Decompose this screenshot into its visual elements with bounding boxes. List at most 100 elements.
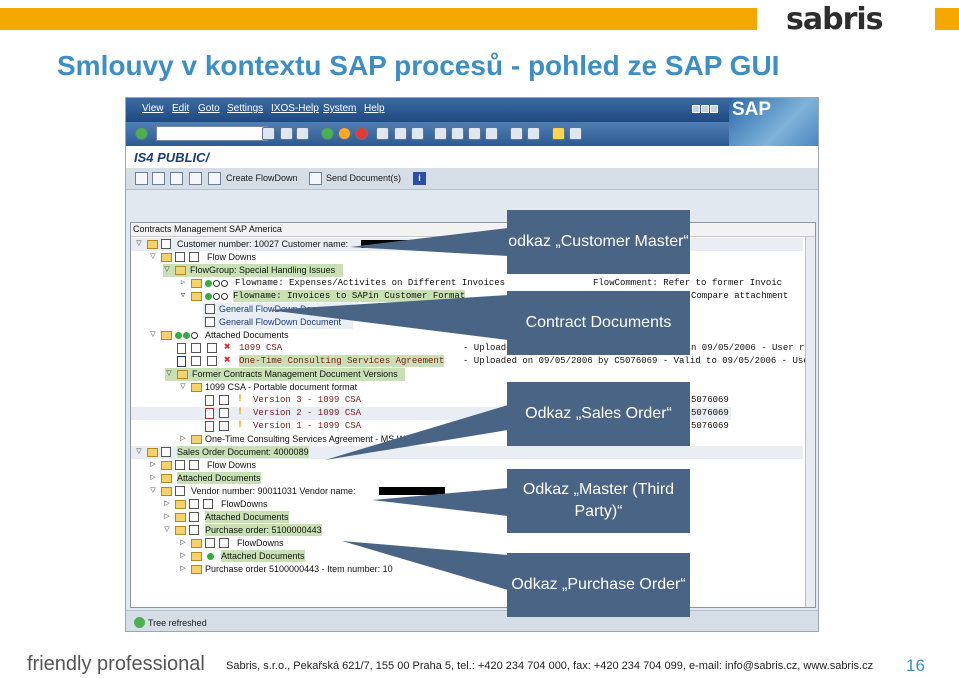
folder-icon <box>161 253 172 262</box>
menu-ixos-help[interactable]: IXOS-Help <box>271 103 319 114</box>
folder-icon <box>161 461 172 470</box>
create-flowdown-icon[interactable] <box>208 172 221 185</box>
tree-row-version-1[interactable]: ! Version 1 - 1099 CSA 5076069 <box>131 420 803 433</box>
find-icon[interactable] <box>394 127 407 140</box>
send-documents-icon[interactable] <box>309 172 322 185</box>
menu-help[interactable]: Help <box>364 103 385 114</box>
tree-row-vendor[interactable]: ▽ Vendor number: 90011031 Vendor name: <box>131 485 803 498</box>
menu-edit[interactable]: Edit <box>172 103 189 114</box>
maximize-icon[interactable] <box>701 105 709 113</box>
tree-row-flowname-2[interactable]: ▽ Flowname: Invoices to SAPin Customer F… <box>131 290 803 303</box>
expand-icon[interactable]: ▷ <box>163 513 171 521</box>
close-icon[interactable] <box>710 105 718 113</box>
folder-icon <box>147 448 158 457</box>
print-icon[interactable] <box>376 127 389 140</box>
contracts-tree-panel: Contracts Management SAP America ▽ Custo… <box>130 222 816 608</box>
command-field[interactable] <box>156 126 268 141</box>
tree-row-generall-1[interactable]: Generall FlowDown Document <box>203 303 353 316</box>
tree-row-version-3[interactable]: ! Version 3 - 1099 CSA 5076069 <box>131 394 803 407</box>
tree-row-attached-docs[interactable]: ▽ Attached Documents <box>131 329 803 342</box>
collapse-icon[interactable]: ▽ <box>149 331 157 339</box>
new-document-icon[interactable] <box>135 172 148 185</box>
tree-row-so-attached[interactable]: ▷ Attached Documents <box>131 472 803 485</box>
expand-icon[interactable]: ▷ <box>179 565 187 573</box>
edit-icon <box>191 343 201 353</box>
menu-view[interactable]: View <box>142 103 164 114</box>
tree-row-flowname-1[interactable]: ▷ Flowname: Expenses/Activites on Differ… <box>131 277 803 290</box>
folder-icon <box>161 487 172 496</box>
next-page-icon[interactable] <box>468 127 481 140</box>
tree-row-sales-order[interactable]: ▽ Sales Order Document: 4000089 <box>131 446 803 459</box>
callout-master-third-party: Odkaz „Master (Third Party)“ <box>507 469 690 533</box>
menu-goto[interactable]: Goto <box>198 103 220 114</box>
tree-row-po-flowdowns[interactable]: ▷ FlowDowns <box>131 537 803 550</box>
last-page-icon[interactable] <box>485 127 498 140</box>
dropdown-icon[interactable] <box>262 127 275 140</box>
expand-icon[interactable]: ▷ <box>163 500 171 508</box>
copy-icon[interactable] <box>152 172 165 185</box>
minimize-icon[interactable] <box>692 105 700 113</box>
pdf-icon <box>205 408 214 419</box>
tree-row-po-attached[interactable]: ▷ Attached Documents <box>131 550 803 563</box>
expand-icon[interactable]: ▷ <box>179 435 187 443</box>
expand-icon[interactable]: ▷ <box>149 461 157 469</box>
menu-settings[interactable]: Settings <box>227 103 263 114</box>
new-session-icon[interactable] <box>510 127 523 140</box>
shortcut-icon[interactable] <box>527 127 540 140</box>
cancel-icon[interactable] <box>355 127 368 140</box>
collapse-icon[interactable]: ▽ <box>135 240 143 248</box>
back-green-icon[interactable] <box>321 127 334 140</box>
menu-system[interactable]: System <box>323 103 356 114</box>
tree-row-one-time-word[interactable]: ▷ One-Time Consulting Services Agreement… <box>131 433 803 446</box>
first-page-icon[interactable] <box>434 127 447 140</box>
collapse-icon[interactable]: ▽ <box>135 448 143 456</box>
layout-menu-icon[interactable] <box>569 127 582 140</box>
create-flowdown-button[interactable]: Create FlowDown <box>226 173 298 183</box>
tree-row-so-flow-downs[interactable]: ▷ Flow Downs <box>131 459 803 472</box>
tree-row-purchase-order[interactable]: ▽ Purchase order: 5100000443 <box>131 524 803 537</box>
vertical-scrollbar[interactable] <box>805 237 815 607</box>
tree-row-former-versions[interactable]: ▽ Former Contracts Management Document V… <box>165 368 405 381</box>
tree-row-1099-csa[interactable]: ✖ 1099 CSA - Uploaded n 09/05/2006 - Use… <box>131 342 810 355</box>
collapse-icon[interactable]: ▽ <box>179 383 187 391</box>
expand-icon[interactable]: ▷ <box>149 474 157 482</box>
expand-icon[interactable]: ▷ <box>179 552 187 560</box>
save-icon[interactable] <box>280 127 293 140</box>
tree-row-vendor-flowdowns[interactable]: ▷ FlowDowns <box>131 498 803 511</box>
expand-icon[interactable]: ▷ <box>179 279 187 287</box>
collapse-icon[interactable]: ▽ <box>165 370 173 378</box>
collapse-icon[interactable]: ▽ <box>163 526 171 534</box>
tree-row-flow-downs[interactable]: ▽ Flow Downs <box>131 251 803 264</box>
tree-row-one-time-csa[interactable]: ✖ One-Time Consulting Services Agreement… <box>131 355 815 368</box>
delete-icon[interactable]: ✖ <box>224 355 231 367</box>
collapse-icon[interactable]: ▽ <box>149 253 157 261</box>
exit-icon[interactable] <box>338 127 351 140</box>
collapse-icon[interactable]: ▽ <box>163 266 171 274</box>
prev-page-icon[interactable] <box>451 127 464 140</box>
document-icon <box>205 317 215 327</box>
enter-icon[interactable] <box>135 127 148 140</box>
help-icon[interactable] <box>552 127 565 140</box>
tree-row-flowgroup[interactable]: ▽ FlowGroup: Special Handling Issues <box>163 264 343 277</box>
expand-icon[interactable]: ▷ <box>179 539 187 547</box>
delete-icon[interactable]: ✖ <box>224 342 231 354</box>
collapse-icon[interactable]: ▽ <box>179 292 187 300</box>
collapse-icon[interactable]: ▽ <box>149 487 157 495</box>
vendor-icon <box>175 486 185 496</box>
warning-icon: ! <box>237 420 244 431</box>
filter-icon[interactable] <box>189 172 202 185</box>
tree-row-vendor-attached[interactable]: ▷ Attached Documents <box>131 511 803 524</box>
tree-row-generall-2[interactable]: Generall FlowDown Document <box>203 316 353 329</box>
tree-row-1099-pdf[interactable]: ▽ 1099 CSA - Portable document format <box>131 381 803 394</box>
tree-row-customer[interactable]: ▽ Customer number: 10027 Customer name: <box>131 238 803 251</box>
status-empty-icon <box>221 280 228 287</box>
folder-icon <box>191 435 202 444</box>
refresh-icon[interactable] <box>170 172 183 185</box>
find-next-icon[interactable] <box>411 127 424 140</box>
send-documents-button[interactable]: Send Document(s) <box>326 173 401 183</box>
tree-row-po-item[interactable]: ▷ Purchase order 5100000443 - Item numbe… <box>131 563 803 576</box>
folder-icon <box>161 474 172 483</box>
info-icon[interactable]: i <box>413 172 426 185</box>
back-icon[interactable] <box>296 127 309 140</box>
status-green-icon <box>205 293 212 300</box>
